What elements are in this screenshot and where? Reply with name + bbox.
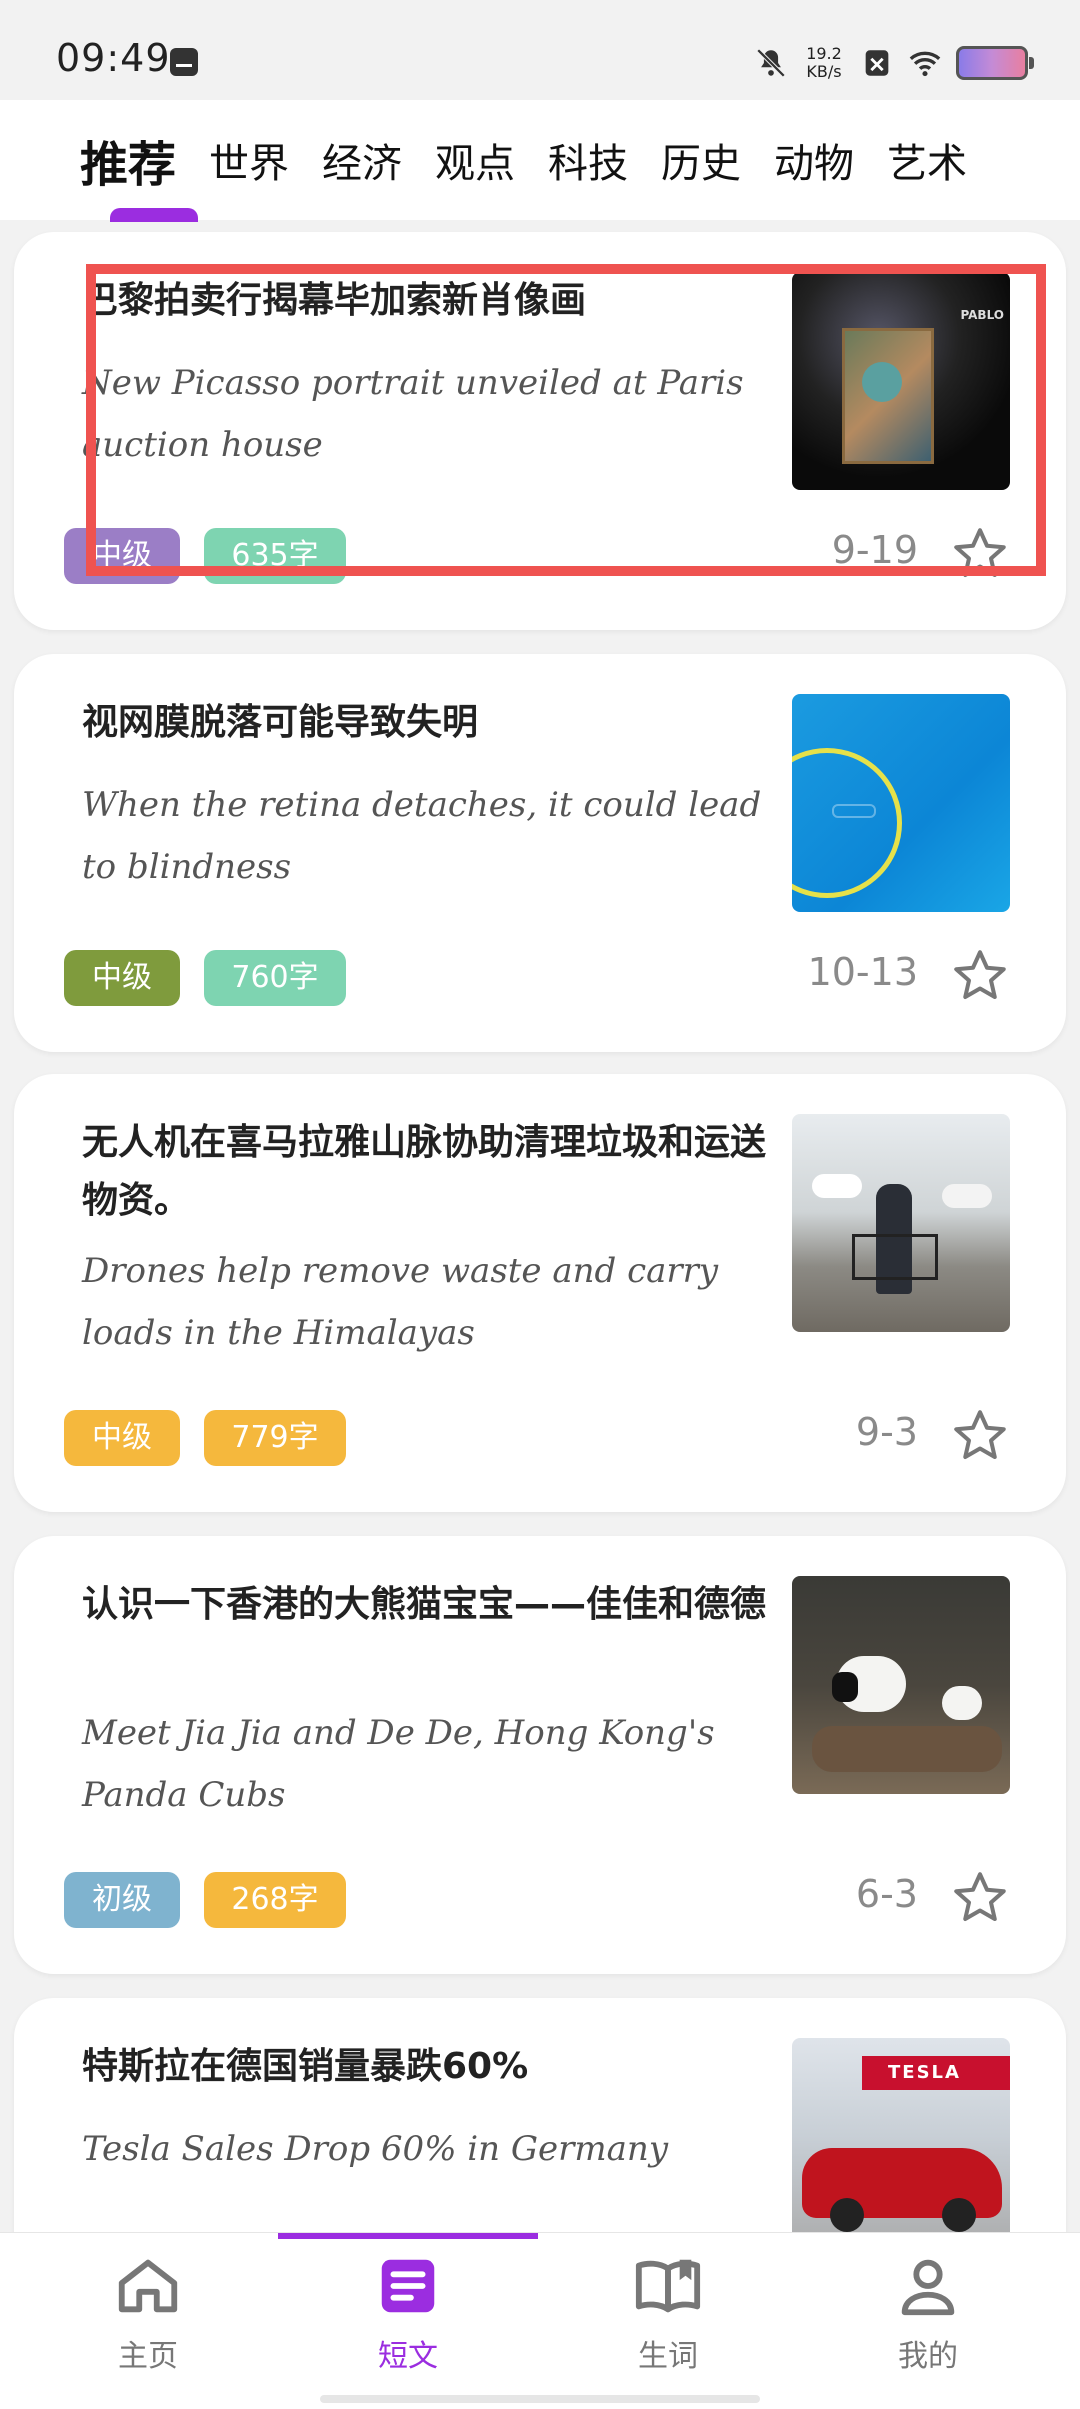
article-card[interactable]: 认识一下香港的大熊猫宝宝——佳佳和德德 Meet Jia Jia and De …: [14, 1536, 1066, 1974]
level-badge: 初级: [64, 1872, 180, 1928]
selection-highlight-box: [86, 264, 1046, 576]
network-speed: 19.2 KB/s: [802, 45, 846, 81]
level-badge: 中级: [64, 950, 180, 1006]
word-count-badge: 779字: [204, 1410, 346, 1466]
mute-bell-icon: [756, 48, 786, 78]
article-card[interactable]: 无人机在喜马拉雅山脉协助清理垃圾和运送物资。 Drones help remov…: [14, 1074, 1066, 1512]
nav-home[interactable]: 主页: [48, 2251, 248, 2375]
nav-label: 生词: [638, 2339, 698, 2374]
active-tab-indicator: [110, 208, 198, 222]
article-card[interactable]: 视网膜脱落可能导致失明 When the retina detaches, it…: [14, 654, 1066, 1052]
mail-notification-icon: [170, 48, 198, 76]
no-sim-icon: [865, 50, 889, 76]
retina-microscope-image: [792, 694, 1010, 912]
bottom-navigation: 主页 短文 生词 我的: [0, 2232, 1080, 2409]
article-subtitle: When the retina detaches, it could lead …: [82, 785, 762, 887]
category-tabs: 推荐 世界 经济 观点 科技 历史 动物 艺术: [0, 100, 1080, 220]
tab-animals[interactable]: 动物: [774, 131, 854, 189]
favorite-star-icon[interactable]: [950, 1406, 1010, 1466]
favorite-star-icon[interactable]: [950, 946, 1010, 1006]
tab-economy[interactable]: 经济: [322, 131, 402, 189]
article-date: 9-3: [855, 1410, 918, 1454]
article-date: 6-3: [855, 1872, 918, 1916]
tab-recommended[interactable]: 推荐: [80, 125, 176, 195]
book-icon: [635, 2259, 701, 2313]
favorite-star-icon[interactable]: [950, 1868, 1010, 1928]
tab-world[interactable]: 世界: [209, 131, 289, 189]
battery-icon: [956, 46, 1034, 80]
status-icons: 19.2 KB/s: [754, 38, 1034, 88]
tab-technology[interactable]: 科技: [548, 131, 628, 189]
active-nav-indicator: [278, 2233, 538, 2239]
article-title: 认识一下香港的大熊猫宝宝——佳佳和德德: [82, 1584, 767, 1625]
word-count-badge: 760字: [204, 950, 346, 1006]
level-badge: 中级: [64, 1410, 180, 1466]
nav-label: 短文: [378, 2339, 438, 2374]
tab-art[interactable]: 艺术: [887, 131, 967, 189]
tab-history[interactable]: 历史: [661, 131, 741, 189]
tesla-car-image: TESLA: [792, 2038, 1010, 2256]
profile-icon: [901, 2259, 955, 2316]
network-speed-value: 19.2: [806, 44, 842, 63]
tab-opinion[interactable]: 观点: [435, 131, 515, 189]
panda-cubs-image: [792, 1576, 1010, 1794]
nav-label: 我的: [898, 2339, 958, 2374]
home-icon: [118, 2259, 178, 2313]
article-subtitle: Drones help remove waste and carry loads…: [82, 1251, 719, 1353]
status-time: 09:49: [56, 36, 171, 80]
network-speed-unit: KB/s: [806, 62, 842, 81]
home-gesture-bar[interactable]: [320, 2395, 760, 2403]
thumb-caption: TESLA: [888, 2062, 961, 2083]
nav-label: 主页: [118, 2339, 178, 2374]
wifi-icon: [909, 51, 941, 77]
nav-vocabulary[interactable]: 生词: [568, 2251, 768, 2375]
article-title: 特斯拉在德国销量暴跌60%: [82, 2046, 529, 2087]
word-count-badge: 268字: [204, 1872, 346, 1928]
article-subtitle: Tesla Sales Drop 60% in Germany: [82, 2129, 669, 2169]
article-subtitle: Meet Jia Jia and De De, Hong Kong's Pand…: [82, 1713, 715, 1815]
himalaya-drone-image: [792, 1114, 1010, 1332]
status-bar: 09:49 19.2 KB/s: [0, 0, 1080, 100]
nav-profile[interactable]: 我的: [828, 2251, 1028, 2375]
article-title: 无人机在喜马拉雅山脉协助清理垃圾和运送物资。: [82, 1122, 767, 1221]
article-icon: [381, 2259, 435, 2313]
nav-articles[interactable]: 短文: [308, 2251, 508, 2375]
article-title: 视网膜脱落可能导致失明: [82, 702, 479, 743]
article-date: 10-13: [807, 950, 918, 994]
